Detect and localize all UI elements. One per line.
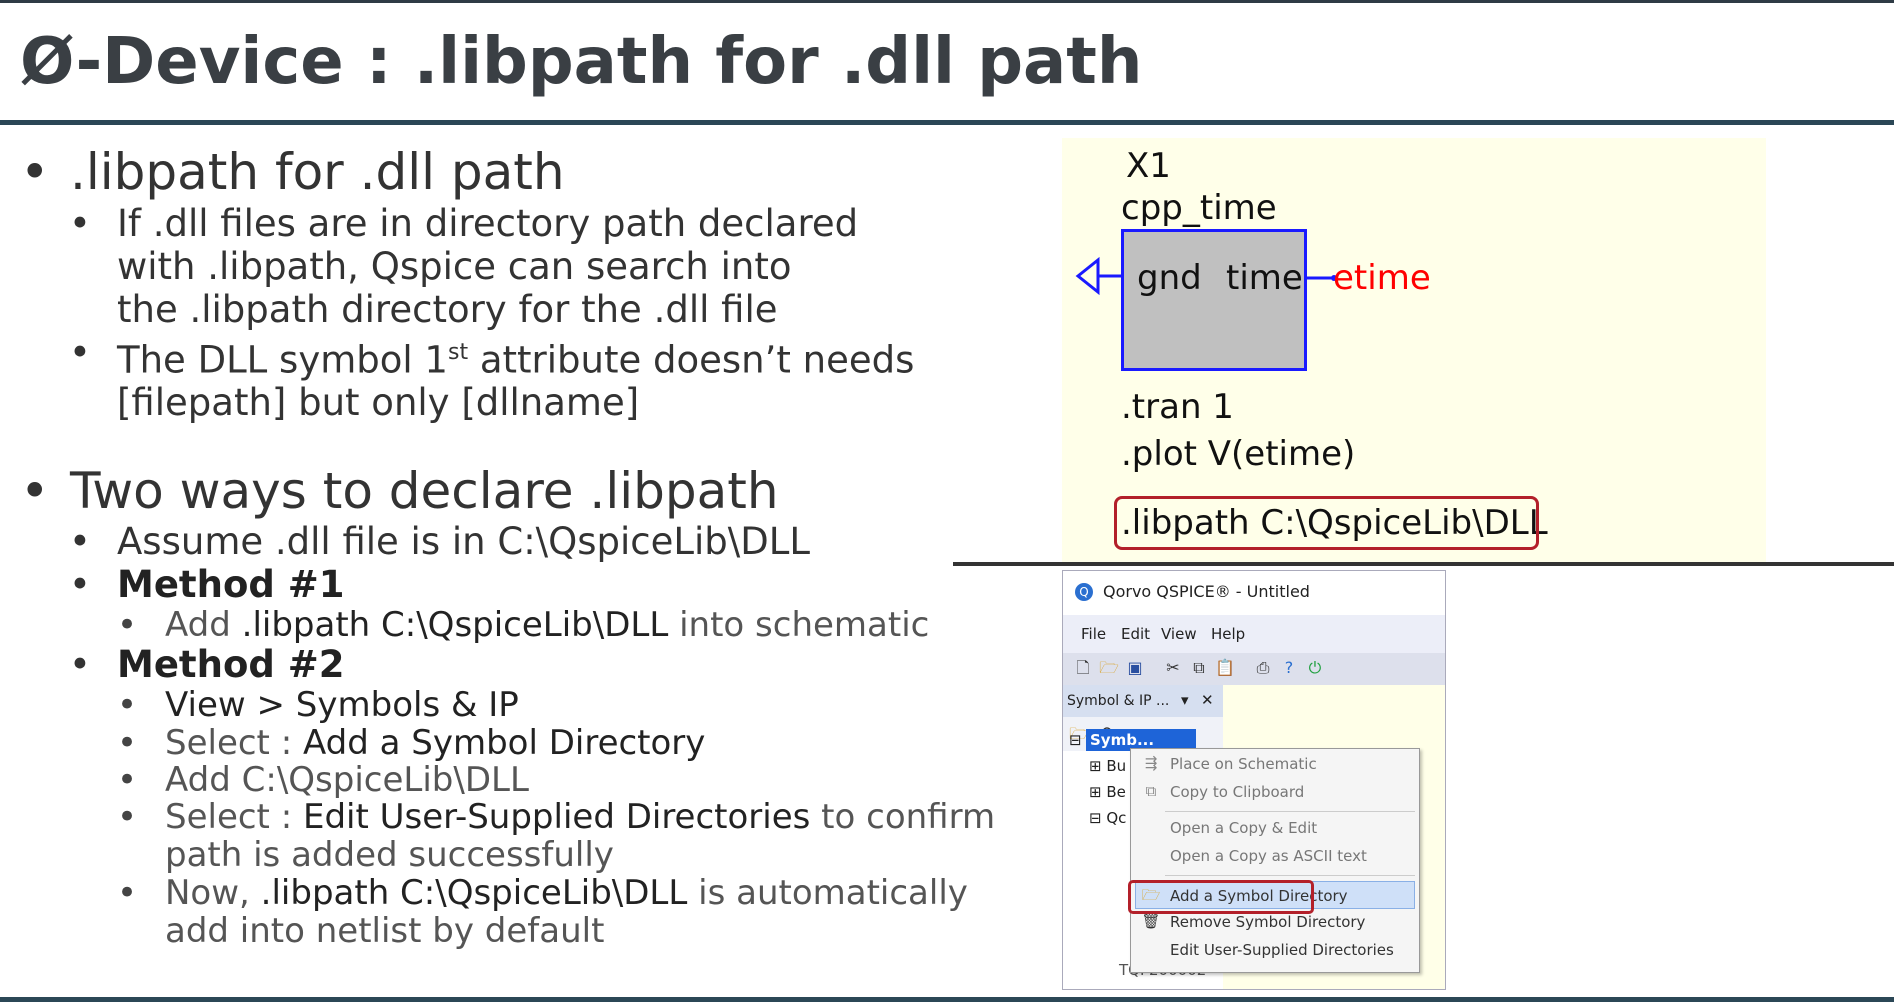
menu-edit-user-directories[interactable]: Edit User-Supplied Directories bbox=[1170, 941, 1394, 959]
menu-view[interactable]: View bbox=[1161, 625, 1197, 643]
bottom-border bbox=[0, 997, 1894, 1002]
method-2-step-edit-dirs: • Select : Edit User-Supplied Directorie… bbox=[117, 797, 996, 875]
cut-icon[interactable]: ✂ bbox=[1163, 658, 1183, 678]
sub-bullet-method-2: • Method #2 bbox=[69, 643, 345, 686]
trash-icon: 🗑 bbox=[1141, 912, 1161, 930]
help-icon[interactable]: ? bbox=[1279, 658, 1299, 678]
window-title: Qorvo QSPICE® - Untitled bbox=[1103, 582, 1310, 601]
sub-bullet-method-1: • Method #1 bbox=[69, 563, 345, 606]
menu-separator bbox=[1165, 875, 1415, 876]
window-titlebar: Q Qorvo QSPICE® - Untitled bbox=[1063, 571, 1445, 615]
panel-divider bbox=[953, 562, 1894, 566]
dropdown-icon[interactable]: ▾ bbox=[1181, 691, 1189, 709]
libpath-highlight-box bbox=[1114, 496, 1539, 550]
menu-separator bbox=[1165, 811, 1415, 812]
tree-item-3[interactable]: ⊟ Qc bbox=[1089, 809, 1126, 827]
dll-symbol-box[interactable] bbox=[1121, 229, 1307, 371]
plot-directive: .plot V(etime) bbox=[1121, 434, 1356, 474]
menu-copy-to-clipboard[interactable]: Copy to Clipboard bbox=[1170, 783, 1304, 801]
tree-item-2[interactable]: ⊞ Be bbox=[1089, 783, 1126, 801]
tran-directive: .tran 1 bbox=[1121, 387, 1234, 427]
menu-open-copy-edit[interactable]: Open a Copy & Edit bbox=[1170, 819, 1317, 837]
qspice-logo-icon: Q bbox=[1075, 583, 1093, 601]
place-icon: ⇶ bbox=[1144, 754, 1158, 772]
print-icon[interactable]: ⎙ bbox=[1253, 658, 1273, 678]
tree-item-1[interactable]: ⊞ Bu bbox=[1089, 757, 1126, 775]
instance-name: X1 bbox=[1126, 146, 1171, 186]
menu-place-on-schematic[interactable]: Place on Schematic bbox=[1170, 755, 1317, 773]
context-menu: ⇶ Place on Schematic ⧉ Copy to Clipboard… bbox=[1130, 748, 1420, 973]
close-icon[interactable]: ✕ bbox=[1201, 691, 1214, 709]
method-2-step-view: • View > Symbols & IP bbox=[117, 685, 519, 725]
copy-icon[interactable]: ⧉ bbox=[1189, 658, 1209, 678]
pin-label-time: time bbox=[1226, 258, 1303, 298]
menu-open-copy-ascii[interactable]: Open a Copy as ASCII text bbox=[1170, 847, 1367, 865]
menu-file[interactable]: File bbox=[1081, 625, 1106, 643]
open-folder-icon[interactable]: 🗁 bbox=[1099, 658, 1119, 678]
slide-title: Ø-Device : .libpath for .dll path bbox=[20, 25, 1143, 99]
power-icon[interactable]: ⏻ bbox=[1305, 658, 1325, 678]
menu-bar: File Edit View Help bbox=[1063, 615, 1445, 653]
add-directory-highlight-box bbox=[1128, 880, 1314, 914]
model-name: cpp_time bbox=[1121, 188, 1277, 228]
toolbar: 🗋 🗁 ▣ ✂ ⧉ 📋 ⎙ ? ⏻ bbox=[1063, 653, 1445, 685]
title-divider bbox=[0, 120, 1894, 125]
method-1-step: • Add .libpath C:\QspiceLib\DLL into sch… bbox=[117, 605, 930, 645]
clipboard-icon: ⧉ bbox=[1145, 782, 1157, 800]
new-file-icon[interactable]: 🗋 bbox=[1073, 658, 1093, 678]
menu-remove-symbol-directory[interactable]: Remove Symbol Directory bbox=[1170, 913, 1365, 931]
top-border bbox=[0, 0, 1894, 3]
symbol-panel-header: Symbol & IP ... ▾ ✕ bbox=[1063, 685, 1223, 717]
menu-edit[interactable]: Edit bbox=[1121, 625, 1150, 643]
method-2-step-add-path: • Add C:\QspiceLib\DLL bbox=[117, 760, 529, 800]
save-icon[interactable]: ▣ bbox=[1125, 658, 1145, 678]
net-label-etime: etime bbox=[1333, 258, 1431, 298]
sub-bullet-assume-path: • Assume .dll file is in C:\QspiceLib\DL… bbox=[69, 520, 810, 563]
method-2-step-add-dir: • Select : Add a Symbol Directory bbox=[117, 723, 706, 763]
sub-bullet-directory-search: • If .dll files are in directory path de… bbox=[69, 202, 859, 331]
menu-help[interactable]: Help bbox=[1211, 625, 1245, 643]
pin-label-gnd: gnd bbox=[1137, 258, 1202, 298]
method-2-step-auto-netlist: • Now, .libpath C:\QspiceLib\DLL is auto… bbox=[117, 873, 968, 951]
sub-bullet-dll-attribute: • The DLL symbol 1st attribute doesn’t n… bbox=[69, 331, 915, 425]
paste-icon[interactable]: 📋 bbox=[1215, 658, 1235, 678]
tree-collapse-icon[interactable]: ⊟ bbox=[1069, 731, 1082, 749]
symbol-panel-title: Symbol & IP ... bbox=[1067, 693, 1170, 709]
